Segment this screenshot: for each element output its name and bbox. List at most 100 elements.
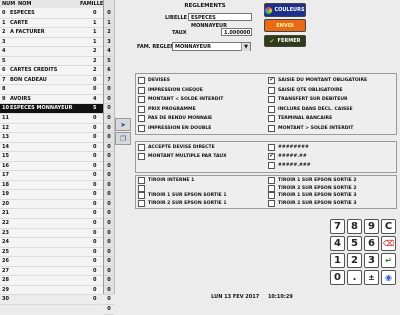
unchecked-icon[interactable] (138, 184, 145, 192)
unchecked-icon[interactable] (138, 105, 145, 113)
unchecked-icon[interactable] (138, 199, 145, 207)
enter-key[interactable]: ↵ (381, 253, 396, 268)
table-row[interactable]: 12 0 (0, 124, 103, 134)
table-row[interactable]: 17 0 (0, 171, 103, 181)
key-8[interactable]: 8 (347, 219, 362, 234)
taux-input[interactable]: 1.000000 (221, 28, 252, 36)
checkbox-option[interactable]: TIROIR 2 SUR EPSON SORTIE 3 (268, 199, 357, 207)
table-row[interactable]: 20 0 (0, 200, 103, 210)
unchecked-icon[interactable] (138, 86, 145, 94)
envoi-button[interactable]: ENVOI (264, 19, 306, 32)
checkbox-option[interactable]: TIROIR 1 SUR EPSON SORTIE 1 (138, 192, 227, 199)
checkbox-option[interactable]: ✔ #####.## (268, 153, 307, 160)
table-row[interactable]: 1 CARTE 1 (0, 19, 103, 29)
table-row[interactable]: 18 0 (0, 181, 103, 191)
table-row[interactable]: 19 0 (0, 190, 103, 200)
couleurs-button[interactable]: COULEURS (264, 3, 306, 17)
table-row[interactable]: 31 (0, 38, 103, 48)
table-row[interactable]: 2 A FACTURER 1 (0, 28, 103, 38)
backspace-key[interactable]: ⌫ (381, 236, 396, 251)
unchecked-icon[interactable] (138, 177, 145, 184)
unchecked-icon[interactable] (138, 77, 145, 84)
checkbox-option[interactable]: IMPRESSION EN DOUBLE (138, 124, 211, 132)
key-7[interactable]: 7 (330, 219, 345, 234)
unchecked-icon[interactable] (268, 144, 275, 151)
checkbox-option[interactable]: IMPRESSION CHEQUE (138, 86, 203, 94)
checkbox-option[interactable]: ######## (268, 144, 309, 151)
checkbox-option[interactable]: SAISIE QTE OBLIGATOIRE (268, 86, 343, 94)
table-row[interactable]: 6 CARTES CREDITS 2 (0, 66, 103, 76)
checkbox-option[interactable]: TERMINAL BANCAIRE (268, 115, 332, 122)
checked-icon[interactable]: ✔ (268, 77, 275, 84)
libelle-input[interactable]: ESPECES MONNAYEUR (188, 13, 252, 29)
checkbox-option[interactable]: INCLURE DANS DECL. CAISSE (268, 105, 353, 113)
table-row[interactable]: 52 (0, 57, 103, 67)
table-row[interactable]: 13 0 (0, 133, 103, 143)
checkbox-option[interactable]: TIROIR INTERNE 1 (138, 177, 194, 184)
checkbox-option[interactable]: ACCEPTE DEVISE DIRECTE (138, 144, 215, 151)
table-row[interactable]: 23 0 (0, 229, 103, 239)
unchecked-icon[interactable] (268, 86, 275, 94)
table-row[interactable]: 15 0 (0, 152, 103, 162)
table-row[interactable]: 9 AVOIRS 4 (0, 95, 103, 105)
table-row[interactable]: 27 0 (0, 267, 103, 277)
unchecked-icon[interactable] (268, 192, 275, 199)
table-row[interactable]: 10 ESPECES MONNAYEUR 5 (0, 104, 103, 115)
move-up-button[interactable]: ➤ (115, 118, 131, 131)
checkbox-option[interactable]: MONTANT < SOLDE INTERDIT (138, 96, 223, 103)
table-row[interactable]: 14 0 (0, 143, 103, 153)
checkbox-option[interactable]: TRANSFERT SUR DEBITEUR (268, 96, 348, 103)
checkbox-option[interactable]: MONTANT MULTIPLE PAR TAUX (138, 153, 227, 160)
table-row[interactable]: 26 0 (0, 257, 103, 267)
checkbox-option[interactable]: TIROIR 2 SUR EPSON SORTIE 2 (268, 184, 357, 192)
table-row[interactable]: 80 (0, 85, 103, 95)
table-row[interactable]: 7 BON CADEAU 0 (0, 76, 103, 86)
table-row[interactable]: 22 0 (0, 219, 103, 229)
table-row[interactable]: 42 (0, 47, 103, 57)
unchecked-icon[interactable] (268, 162, 275, 169)
unchecked-icon[interactable] (138, 96, 145, 103)
checkbox-option[interactable]: TIROIR 1 SUR EPSON SORTIE 2 (268, 177, 357, 184)
unchecked-icon[interactable] (268, 124, 275, 132)
table-row[interactable]: 25 0 (0, 248, 103, 258)
table-row[interactable]: 30 0 (0, 295, 103, 305)
key-4[interactable]: 4 (330, 236, 345, 251)
key-1[interactable]: 1 (330, 253, 345, 268)
unchecked-icon[interactable] (268, 105, 275, 113)
table-row[interactable]: 16 0 (0, 162, 103, 172)
key-5[interactable]: 5 (347, 236, 362, 251)
checkbox-option[interactable] (138, 184, 148, 192)
key-0[interactable]: 0 (330, 270, 345, 285)
unchecked-icon[interactable] (268, 184, 275, 192)
checkbox-option[interactable]: #####.### (268, 162, 311, 169)
checkbox-option[interactable]: TIROIR 2 SUR EPSON SORTIE 1 (138, 199, 227, 207)
move-down-button[interactable]: ❐ (115, 132, 131, 145)
key-C[interactable]: C (381, 219, 396, 234)
unchecked-icon[interactable] (138, 144, 145, 151)
unchecked-icon[interactable] (268, 199, 275, 207)
table-row[interactable]: 24 0 (0, 238, 103, 248)
checkbox-option[interactable]: TIROIR 1 SUR EPSON SORTIE 3 (268, 192, 357, 199)
unchecked-icon[interactable] (138, 153, 145, 160)
key-.[interactable]: . (347, 270, 362, 285)
key-2[interactable]: 2 (347, 253, 362, 268)
checked-icon[interactable]: ✔ (268, 153, 275, 160)
key-9[interactable]: 9 (364, 219, 379, 234)
table-row[interactable]: 29 0 (0, 286, 103, 296)
fam-select[interactable]: MONNAYEUR ▼ (172, 42, 251, 51)
unchecked-icon[interactable] (138, 115, 145, 122)
checkbox-option[interactable]: PRIX PROGRAMME (138, 105, 196, 113)
table-row[interactable]: 0 ESPECES 0 (0, 9, 103, 19)
fermer-button[interactable]: ✔ FERMER (264, 35, 306, 47)
checkbox-option[interactable]: MONTANT > SOLDE INTERDIT (268, 124, 353, 132)
table-row[interactable]: 28 0 (0, 276, 103, 286)
checkbox-option[interactable]: PAS DE RENDU MONNAIE (138, 115, 212, 122)
key-6[interactable]: 6 (364, 236, 379, 251)
unchecked-icon[interactable] (268, 177, 275, 184)
unchecked-icon[interactable] (268, 115, 275, 122)
checkbox-option[interactable]: DEVISES (138, 77, 170, 84)
unchecked-icon[interactable] (268, 96, 275, 103)
keyboard-key[interactable]: ◉ (381, 270, 396, 285)
table-row[interactable]: 21 0 (0, 209, 103, 220)
unchecked-icon[interactable] (138, 124, 145, 132)
